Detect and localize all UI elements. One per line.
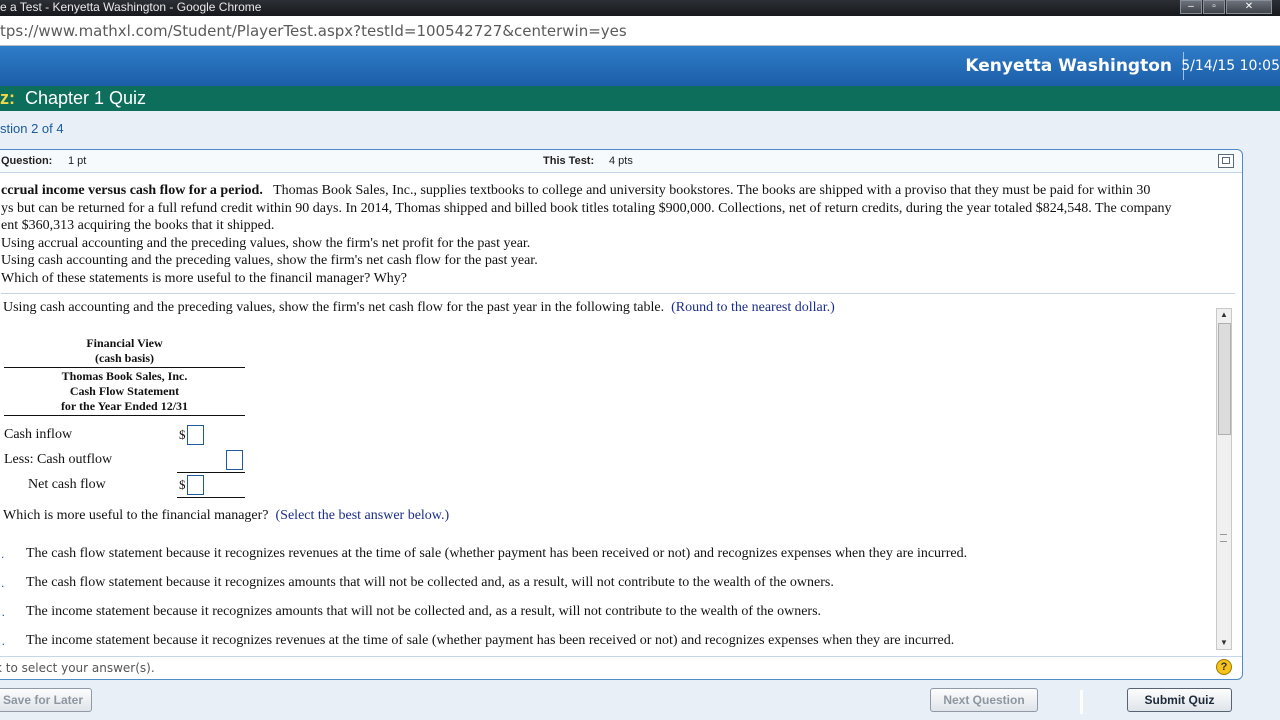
scroll-grip-icon: [1220, 534, 1227, 542]
problem-statement: ccrual income versus cash flow for a per…: [1, 182, 1233, 287]
row-label: Less: Cash outflow: [4, 452, 113, 467]
net-cash-flow-input[interactable]: [187, 475, 204, 495]
problem-part-a: Using accrual accounting and the precedi…: [1, 235, 531, 251]
currency-sign: $: [179, 477, 186, 492]
expand-window-icon[interactable]: [1218, 154, 1234, 168]
table-rule: [4, 367, 245, 368]
problem-part-c: Which of these statements is more useful…: [1, 270, 407, 286]
multiple-choice-question: Which is more useful to the financial ma…: [3, 508, 449, 524]
scroll-up-icon[interactable]: ▲: [1217, 309, 1231, 321]
quiz-prefix: z:: [0, 88, 15, 108]
minimize-icon[interactable]: –: [1180, 0, 1202, 14]
window-title: e a Test - Kenyetta Washington - Google …: [0, 0, 262, 14]
browser-title-bar: e a Test - Kenyetta Washington - Google …: [0, 0, 1280, 16]
select-note: (Select the best answer below.): [275, 508, 450, 523]
close-icon[interactable]: ✕: [1226, 0, 1272, 14]
test-points-label: This Test:: [543, 155, 595, 167]
table-subheader-2: Cash Flow Statement: [69, 384, 180, 398]
table-row: Less: Cash outflow: [4, 449, 245, 474]
problem-text-1: Thomas Book Sales, Inc., supplies textbo…: [273, 183, 1151, 198]
round-note: (Round to the nearest dollar.): [671, 300, 835, 315]
instruction-text: Using cash accounting and the preceding …: [3, 300, 665, 315]
quiz-title-bar: z: Chapter 1 Quiz: [0, 86, 1280, 111]
table-underline: [177, 497, 245, 498]
panel-header: Question: 1 pt This Test: 4 pts: [0, 150, 1242, 173]
option-letter[interactable]: C.: [1, 605, 5, 619]
table-header-1: Financial View: [86, 336, 163, 350]
cash-inflow-input[interactable]: [187, 425, 204, 445]
scroll-thumb[interactable]: [1218, 323, 1231, 435]
mc-question-text: Which is more useful to the financial ma…: [3, 508, 269, 523]
footer-hint: k to select your answer(s).: [0, 661, 155, 675]
question-counter: stion 2 of 4: [0, 121, 64, 136]
problem-text-2: ys but can be returned for a full refund…: [1, 200, 1172, 216]
cash-outflow-input[interactable]: [226, 450, 243, 470]
option-letter[interactable]: D.: [1, 634, 5, 648]
cash-flow-table: Financial View (cash basis) Thomas Book …: [4, 336, 245, 498]
user-name: Kenyetta Washington: [965, 56, 1172, 76]
panel-footer: k to select your answer(s). ?: [0, 656, 1242, 680]
option-text[interactable]: The cash flow statement because it recog…: [26, 546, 967, 562]
option-text[interactable]: The cash flow statement because it recog…: [26, 575, 834, 591]
button-divider: [1080, 690, 1083, 714]
user-header: Kenyetta Washington 5/14/15 10:05: [0, 46, 1280, 86]
option-letter[interactable]: A.: [1, 547, 4, 561]
next-question-button[interactable]: Next Question: [930, 688, 1038, 712]
scroll-down-icon[interactable]: ▼: [1217, 637, 1231, 649]
question-mark-icon[interactable]: ?: [1216, 659, 1232, 675]
question-panel: Question: 1 pt This Test: 4 pts ccrual i…: [0, 149, 1243, 680]
option-text[interactable]: The income statement because it recogniz…: [26, 604, 821, 620]
table-underline: [177, 472, 245, 473]
url-text[interactable]: tps://www.mathxl.com/Student/PlayerTest.…: [0, 22, 627, 40]
row-label: Net cash flow: [28, 477, 106, 492]
table-header-2: (cash basis): [94, 351, 154, 365]
answer-area: Using cash accounting and the preceding …: [1, 300, 1211, 652]
window-controls: – ▫ ✕: [1179, 0, 1272, 14]
table-subheader-1: Thomas Book Sales, Inc.: [61, 369, 188, 383]
date-time: 5/14/15 10:05: [1181, 58, 1280, 74]
question-points-value: 1 pt: [68, 155, 87, 167]
table-rule: [4, 415, 245, 416]
table-row: Cash inflow $: [4, 424, 245, 449]
submit-quiz-button[interactable]: Submit Quiz: [1127, 688, 1232, 712]
currency-sign: $: [179, 427, 186, 442]
maximize-icon[interactable]: ▫: [1203, 0, 1225, 14]
problem-title: ccrual income versus cash flow for a per…: [1, 183, 263, 198]
problem-text-3: ent $360,313 acquiring the books that it…: [1, 218, 275, 233]
table-row: Net cash flow $: [4, 474, 245, 499]
instruction: Using cash accounting and the preceding …: [3, 300, 835, 316]
option-letter[interactable]: B.: [1, 576, 4, 590]
option-text[interactable]: The income statement because it recogniz…: [26, 633, 954, 649]
problem-part-b: Using cash accounting and the preceding …: [1, 253, 538, 268]
row-label: Cash inflow: [4, 427, 73, 442]
save-for-later-button[interactable]: Save for Later: [0, 688, 92, 712]
problem-line: ccrual income versus cash flow for a per…: [1, 182, 1233, 200]
table-subheader-3: for the Year Ended 12/31: [60, 399, 189, 413]
test-points-value: 4 pts: [609, 155, 633, 167]
address-bar[interactable]: tps://www.mathxl.com/Student/PlayerTest.…: [0, 16, 1280, 46]
quiz-title: Chapter 1 Quiz: [25, 88, 147, 108]
answer-scrollbar[interactable]: ▲ ▼: [1216, 308, 1232, 650]
question-points-label: Question:: [1, 155, 53, 167]
content-divider: [1, 293, 1235, 294]
